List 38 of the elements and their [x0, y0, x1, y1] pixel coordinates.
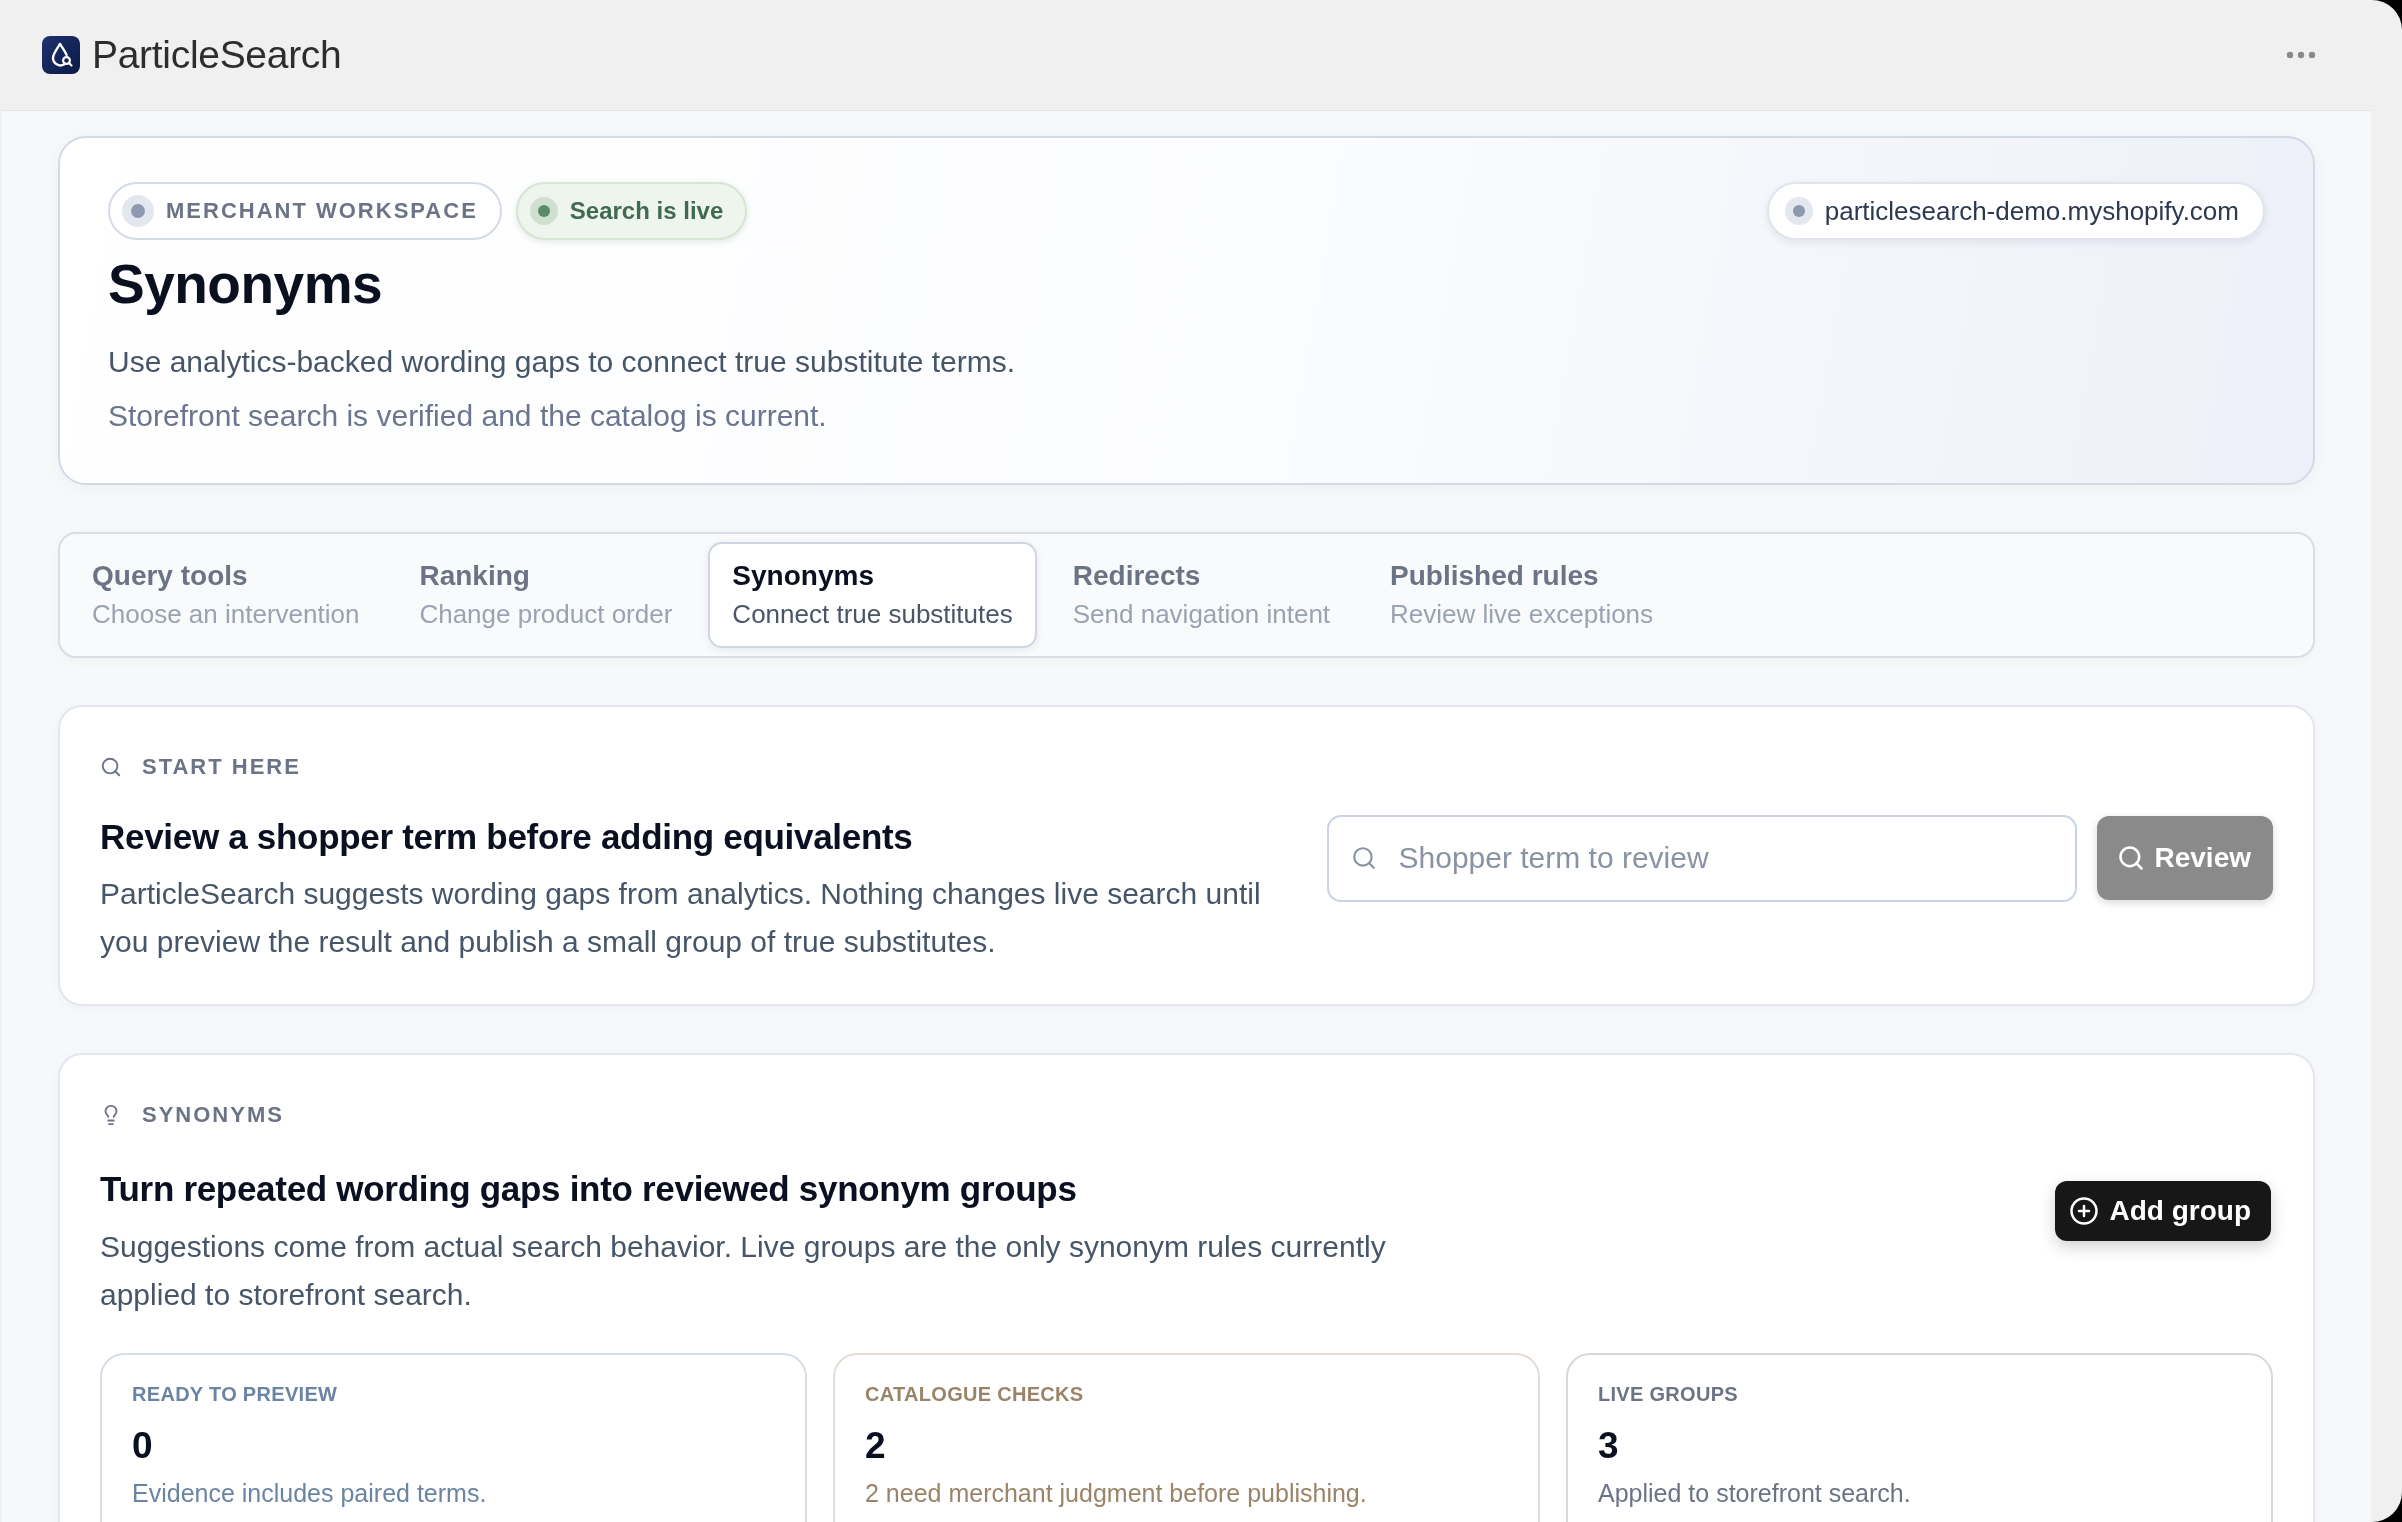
status-dot-icon	[529, 197, 558, 225]
stat-value: 3	[1598, 1424, 1620, 1468]
stat-label: READY TO PREVIEW	[132, 1382, 339, 1407]
tab[interactable]: Published rules Review live exceptions	[1366, 541, 1678, 648]
section-description: Suggestions come from actual search behavior. Live groups are the only synonym rules currently applied to storefront search.	[100, 1229, 1387, 1314]
section-heading: Review a shopper term before adding equivalents	[100, 815, 914, 858]
tab[interactable]: Synonyms Connect true substitutes	[708, 541, 1037, 648]
badge-label: Search is live	[569, 197, 724, 225]
status-note: Storefront search is verified and the catalog is current.	[108, 398, 828, 434]
section-heading: Turn repeated wording gaps into reviewed synonym groups	[100, 1168, 1078, 1211]
status-dot-icon	[1784, 197, 1813, 225]
search-icon	[100, 755, 122, 778]
stat-label: LIVE GROUPS	[1598, 1382, 1739, 1407]
stat-value: 2	[865, 1424, 887, 1468]
app-name: ParticleSearch	[92, 33, 342, 77]
page-description: Use analytics-backed wording gaps to connect true substitute terms.	[108, 343, 1017, 380]
section-kicker: START HERE	[142, 753, 301, 780]
stat-note: Evidence includes paired terms.	[132, 1478, 488, 1509]
tab[interactable]: Ranking Change product order	[395, 541, 697, 648]
stat-label: CATALOGUE CHECKS	[865, 1382, 1085, 1407]
section-description: ParticleSearch suggests wording gaps from analytics. Nothing changes live search until you preview the result and publish a small group of true substitutes.	[100, 876, 1262, 961]
stat-value: 0	[132, 1424, 154, 1468]
tab[interactable]: Redirects Send navigation intent	[1048, 541, 1355, 648]
store-domain: particlesearch-demo.myshopify.com	[1824, 195, 2239, 227]
add-group-button[interactable]: Add group	[2055, 1181, 2271, 1242]
more-icon	[2286, 51, 2316, 59]
search-icon	[2116, 843, 2145, 872]
section-kicker: SYNONYMS	[142, 1102, 284, 1129]
plus-circle-icon	[2069, 1196, 2100, 1227]
logo-icon	[42, 36, 80, 74]
stat-note: Applied to storefront search.	[1598, 1478, 1912, 1509]
tab[interactable]: Query tools Choose an intervention	[68, 541, 384, 648]
badge-label: MERCHANT WORKSPACE	[166, 198, 478, 224]
search-input[interactable]: Shopper term to review	[1326, 814, 2077, 902]
status-dot-icon	[122, 195, 154, 227]
search-icon	[1350, 844, 1377, 871]
page-title: Synonyms	[108, 254, 384, 315]
stat-note: 2 need merchant judgment before publishing.	[865, 1478, 1368, 1509]
